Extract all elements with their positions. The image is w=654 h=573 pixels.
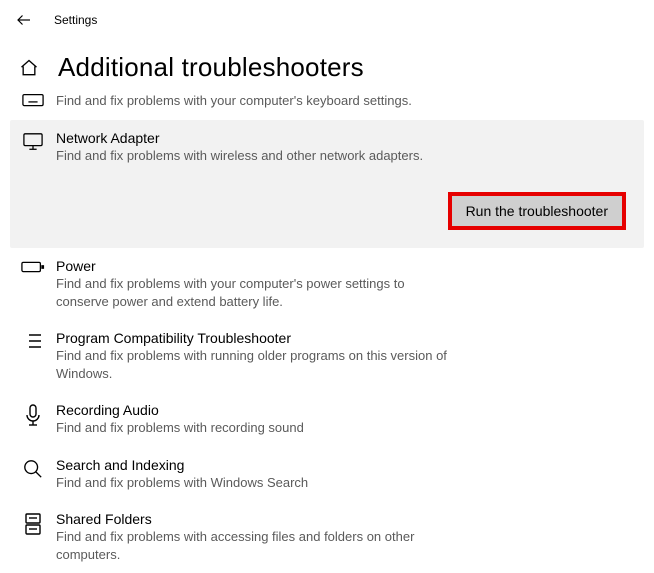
troubleshooter-network-adapter[interactable]: Network Adapter Find and fix problems wi…	[10, 120, 644, 249]
item-desc: Find and fix problems with Windows Searc…	[56, 474, 632, 492]
page-title: Additional troubleshooters	[58, 52, 364, 83]
troubleshooter-recording-audio[interactable]: Recording Audio Find and fix problems wi…	[10, 392, 644, 447]
item-desc: Find and fix problems with recording sou…	[56, 419, 632, 437]
item-desc: Find and fix problems with accessing fil…	[56, 528, 468, 563]
microphone-icon	[24, 404, 42, 428]
shared-folders-icon	[23, 513, 43, 535]
titlebar: Settings	[0, 0, 654, 38]
troubleshooter-program-compatibility[interactable]: Program Compatibility Troubleshooter Fin…	[10, 320, 644, 392]
list-icon	[23, 332, 43, 350]
item-title: Program Compatibility Troubleshooter	[56, 330, 448, 346]
keyboard-icon	[22, 93, 44, 109]
home-icon[interactable]	[18, 58, 40, 78]
item-desc: Find and fix problems with your computer…	[56, 92, 632, 110]
item-title: Power	[56, 258, 428, 274]
monitor-icon	[22, 132, 44, 152]
item-desc: Find and fix problems with your computer…	[56, 275, 428, 310]
troubleshooter-search-indexing[interactable]: Search and Indexing Find and fix problem…	[10, 447, 644, 502]
item-title: Search and Indexing	[56, 457, 632, 473]
troubleshooter-keyboard[interactable]: Find and fix problems with your computer…	[10, 89, 644, 120]
run-troubleshooter-button[interactable]: Run the troubleshooter	[448, 192, 626, 230]
search-icon	[23, 459, 43, 479]
page-header: Additional troubleshooters	[0, 38, 654, 89]
item-desc: Find and fix problems with running older…	[56, 347, 448, 382]
item-title: Recording Audio	[56, 402, 632, 418]
battery-icon	[21, 260, 45, 274]
back-button[interactable]	[12, 8, 36, 32]
item-title: Network Adapter	[56, 130, 632, 146]
item-desc: Find and fix problems with wireless and …	[56, 147, 632, 165]
item-title: Shared Folders	[56, 511, 468, 527]
troubleshooter-list: Find and fix problems with your computer…	[0, 89, 654, 573]
troubleshooter-power[interactable]: Power Find and fix problems with your co…	[10, 248, 644, 320]
window-title: Settings	[54, 13, 97, 27]
back-arrow-icon	[15, 11, 33, 29]
troubleshooter-shared-folders[interactable]: Shared Folders Find and fix problems wit…	[10, 501, 644, 573]
